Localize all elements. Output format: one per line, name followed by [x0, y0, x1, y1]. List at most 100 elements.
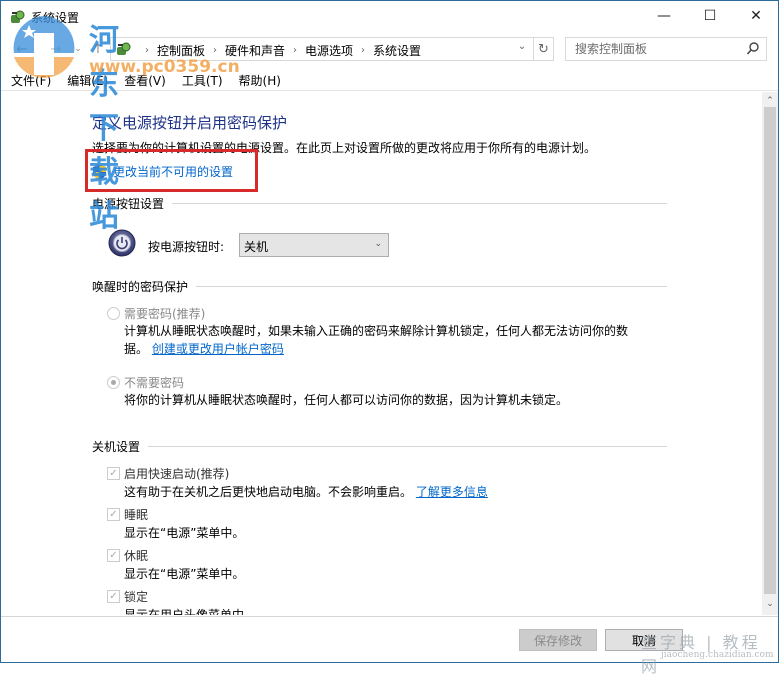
wake-password-section-heading: 唤醒时的密码保护 — [92, 278, 667, 295]
system-settings-window: 系统设置 — ☐ ✕ ← → ⌄ ↑ › 控制面板 › 硬件和声音 › 电源选项… — [0, 0, 779, 676]
sleep-label: 睡眠 — [124, 508, 149, 522]
no-password-label: 不需要密码 — [124, 376, 185, 390]
power-button-action-label: 按电源按钮时: — [148, 240, 225, 254]
control-panel-icon — [117, 42, 131, 55]
power-button-action-select[interactable]: 关机 ⌄ — [239, 233, 389, 257]
vertical-scrollbar[interactable]: ⌃ ⌄ — [762, 92, 778, 615]
require-password-label: 需要密码(推荐) — [124, 307, 206, 321]
power-options-app-icon — [11, 10, 25, 23]
breadcrumb-hardware-sound[interactable]: 硬件和声音 — [225, 42, 285, 59]
breadcrumb: › 控制面板 › 硬件和声音 › 电源选项 › 系统设置 — [137, 42, 421, 59]
up-button[interactable]: ↑ — [89, 40, 107, 58]
power-button-section-heading: 电源按钮设置 — [92, 195, 667, 212]
arrow-up-icon: ↑ — [92, 41, 104, 57]
no-password-radio[interactable] — [107, 376, 120, 389]
refresh-icon: ↻ — [538, 41, 549, 57]
maximize-button[interactable]: ☐ — [687, 1, 733, 31]
refresh-button[interactable]: ↻ — [534, 37, 554, 61]
back-button[interactable]: ← — [13, 40, 31, 58]
change-unavailable-settings-link[interactable]: 更改当前不可用的设置 — [92, 163, 233, 180]
create-change-password-link[interactable]: 创建或更改用户帐户密码 — [152, 342, 284, 356]
close-button[interactable]: ✕ — [733, 1, 779, 31]
window-title: 系统设置 — [31, 11, 80, 25]
close-icon: ✕ — [750, 8, 762, 24]
chevron-down-icon: ⌄ — [766, 599, 774, 609]
save-changes-button[interactable]: 保存修改 — [519, 629, 597, 651]
breadcrumb-separator-icon[interactable]: › — [213, 45, 217, 56]
breadcrumb-separator-icon[interactable]: › — [293, 45, 297, 56]
change-unavailable-settings-text[interactable]: 更改当前不可用的设置 — [113, 163, 233, 180]
breadcrumb-separator-icon[interactable]: › — [361, 45, 365, 56]
require-password-desc-line2: 据。 创建或更改用户帐户密码 — [124, 340, 628, 358]
sleep-checkbox[interactable]: ✓ — [107, 508, 120, 521]
arrow-right-icon: → — [50, 41, 62, 57]
fast-startup-option[interactable]: ✓ 启用快速启动(推荐) — [107, 465, 229, 482]
power-button-action-value: 关机 — [244, 240, 269, 254]
menu-bar: 文件(F) 编辑(E) 查看(V) 工具(T) 帮助(H) — [1, 69, 778, 91]
search-input[interactable] — [566, 38, 741, 60]
address-dropdown-icon[interactable]: ⌄ — [515, 41, 529, 57]
require-password-option[interactable]: 需要密码(推荐) — [107, 305, 205, 322]
menu-view[interactable]: 查看(V) — [124, 69, 166, 90]
no-password-description: 将你的计算机从睡眠状态唤醒时，任何人都可以访问你的数据，因为计算机未锁定。 — [124, 393, 569, 407]
content-area: 定义电源按钮并启用密码保护 选择要为你的计算机设置的电源设置。在此页上对设置所做… — [1, 92, 761, 615]
learn-more-link[interactable]: 了解更多信息 — [416, 485, 488, 499]
scroll-down-button[interactable]: ⌄ — [762, 597, 778, 611]
scroll-up-button[interactable]: ⌃ — [762, 94, 778, 108]
chevron-up-icon: ⌃ — [766, 96, 774, 106]
section-divider — [196, 286, 667, 287]
desc-text: 这有助于在关机之后更快地启动电脑。不会影响重启。 — [124, 485, 413, 499]
section-title: 电源按钮设置 — [92, 197, 165, 211]
breadcrumb-separator-icon[interactable]: › — [145, 45, 149, 56]
fast-startup-checkbox[interactable]: ✓ — [107, 467, 120, 480]
breadcrumb-system-settings[interactable]: 系统设置 — [373, 42, 421, 59]
power-button-icon — [108, 229, 136, 257]
chevron-down-icon: ⌄ — [74, 44, 82, 54]
maximize-icon: ☐ — [703, 8, 717, 24]
section-title: 关机设置 — [92, 440, 141, 454]
watermark-footer-url: jiaocheng.chazidian.com — [661, 650, 774, 660]
minimize-icon: — — [657, 8, 671, 24]
require-password-radio[interactable] — [107, 307, 120, 320]
chevron-down-icon: ⌄ — [374, 239, 382, 249]
address-bar[interactable]: › 控制面板 › 硬件和声音 › 电源选项 › 系统设置 ⌄ — [110, 37, 534, 61]
hibernate-option[interactable]: ✓ 休眠 — [107, 547, 148, 564]
lock-description: 显示在用户头像菜单中。 — [124, 608, 257, 615]
sleep-option[interactable]: ✓ 睡眠 — [107, 506, 148, 523]
recent-locations-button[interactable]: ⌄ — [69, 40, 87, 58]
menu-file[interactable]: 文件(F) — [11, 69, 51, 90]
lock-label: 锁定 — [124, 590, 149, 604]
menu-edit[interactable]: 编辑(E) — [67, 69, 108, 90]
require-password-desc-line: 计算机从睡眠状态唤醒时，如果未输入正确的密码来解除计算机锁定，任何人都无法访问你… — [124, 324, 629, 338]
search-box — [565, 37, 767, 61]
uac-shield-icon — [93, 164, 106, 179]
section-divider — [172, 203, 667, 204]
search-icon[interactable] — [746, 41, 760, 57]
menu-help[interactable]: 帮助(H) — [239, 69, 281, 90]
desc-text: 据。 — [124, 342, 149, 356]
title-bar: 系统设置 — ☐ ✕ — [1, 1, 778, 32]
breadcrumb-control-panel[interactable]: 控制面板 — [157, 42, 205, 59]
hibernate-label: 休眠 — [124, 549, 149, 563]
footer-bar: 保存修改 取消 查字典 | 教程网 jiaocheng.chazidian.co… — [1, 616, 778, 676]
lock-option[interactable]: ✓ 锁定 — [107, 588, 148, 605]
breadcrumb-power-options[interactable]: 电源选项 — [305, 42, 353, 59]
page-title: 定义电源按钮并启用密码保护 — [92, 114, 288, 132]
scrollbar-thumb[interactable] — [764, 107, 776, 594]
arrow-left-icon: ← — [16, 41, 28, 57]
shutdown-section-heading: 关机设置 — [92, 438, 667, 455]
fast-startup-label: 启用快速启动(推荐) — [124, 467, 230, 481]
hibernate-description: 显示在“电源”菜单中。 — [124, 567, 245, 581]
no-password-option[interactable]: 不需要密码 — [107, 374, 184, 391]
section-title: 唤醒时的密码保护 — [92, 280, 189, 294]
navigation-bar: ← → ⌄ ↑ › 控制面板 › 硬件和声音 › 电源选项 › 系统设置 ⌄ ↻ — [1, 34, 778, 64]
section-divider — [148, 446, 667, 447]
sleep-description: 显示在“电源”菜单中。 — [124, 526, 245, 540]
lock-checkbox[interactable]: ✓ — [107, 590, 120, 603]
require-password-description: 计算机从睡眠状态唤醒时，如果未输入正确的密码来解除计算机锁定，任何人都无法访问你… — [124, 322, 628, 358]
menu-tools[interactable]: 工具(T) — [182, 69, 223, 90]
minimize-button[interactable]: — — [641, 1, 687, 31]
fast-startup-description: 这有助于在关机之后更快地启动电脑。不会影响重启。 了解更多信息 — [124, 483, 488, 501]
forward-button[interactable]: → — [47, 40, 65, 58]
hibernate-checkbox[interactable]: ✓ — [107, 549, 120, 562]
